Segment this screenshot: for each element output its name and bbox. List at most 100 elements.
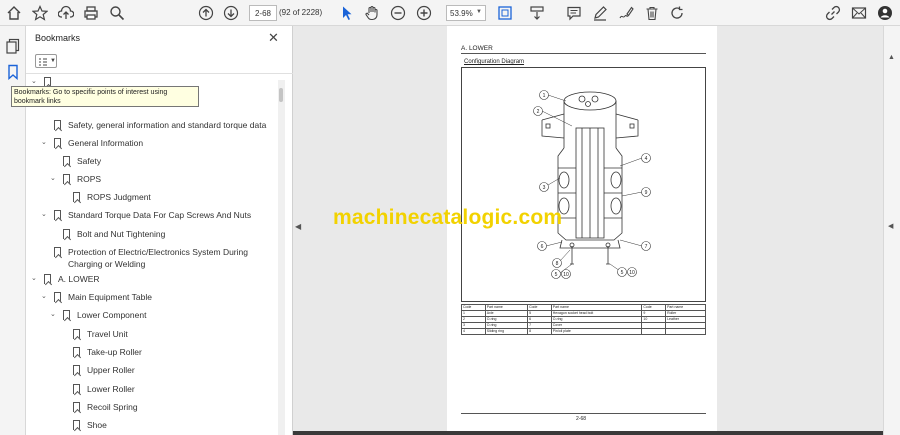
chevron-down-icon[interactable]: ⌄ <box>50 174 56 182</box>
panel-title: Bookmarks <box>35 33 81 43</box>
table-cell: 8 <box>527 328 552 335</box>
bookmark-icon <box>73 402 80 412</box>
select-icon[interactable] <box>338 4 356 22</box>
bookmark-tree: ⌄ Safety, general information and standa… <box>26 74 284 435</box>
scroll-icon[interactable] <box>528 4 546 22</box>
account-icon[interactable] <box>876 4 894 22</box>
bookmark-icon <box>54 292 61 302</box>
bookmark-item[interactable]: Upper Roller <box>87 364 135 377</box>
svg-text:3: 3 <box>543 185 546 191</box>
bookmark-icon <box>54 138 61 148</box>
bookmark-item[interactable]: Safety <box>77 155 101 168</box>
bookmark-item[interactable]: Recoil Spring <box>87 401 138 414</box>
bookmark-icon <box>73 347 80 357</box>
hand-icon[interactable] <box>363 4 381 22</box>
chevron-down-icon[interactable]: ⌄ <box>41 210 47 218</box>
svg-text:4: 4 <box>645 156 648 162</box>
chevron-down-icon[interactable]: ⌄ <box>50 310 56 318</box>
svg-text:10: 10 <box>629 270 635 276</box>
chevron-down-icon[interactable]: ⌄ <box>41 292 47 300</box>
chevron-down-icon[interactable]: ⌄ <box>31 77 37 85</box>
bookmark-icon <box>73 192 80 202</box>
bookmark-icon <box>54 210 61 220</box>
chevron-down-icon[interactable]: ▼ <box>50 58 56 64</box>
bookmark-item[interactable]: ROPS Judgment <box>87 191 151 204</box>
parts-table: Code Part name Code Part name Code Part name … <box>461 304 706 335</box>
bookmark-item[interactable]: Lower Component <box>77 309 146 322</box>
svg-text:10: 10 <box>563 272 569 278</box>
pen-icon[interactable] <box>591 4 609 22</box>
table-row: 4 Sliding ring 8 Pin/oil plate <box>461 328 706 335</box>
table-cell <box>665 328 706 335</box>
chevron-down-icon[interactable]: ⌄ <box>31 274 37 282</box>
bookmark-icon <box>63 174 70 184</box>
svg-text:6: 6 <box>541 244 544 250</box>
bookmark-item[interactable]: Shoe <box>87 419 107 432</box>
svg-text:1: 1 <box>543 93 546 99</box>
bookmark-icon <box>44 274 51 284</box>
star-icon[interactable] <box>31 4 49 22</box>
bookmark-icon <box>54 247 61 257</box>
bookmark-item[interactable]: Bolt and Nut Tightening <box>77 228 165 241</box>
page-heading: A. LOWER <box>461 45 493 52</box>
page-count: (92 of 2228) <box>279 8 323 17</box>
table-cell: 4 <box>461 328 486 335</box>
print-icon[interactable] <box>82 4 100 22</box>
pages-thumbnail-icon[interactable] <box>5 38 21 54</box>
expand-panel-icon[interactable]: ◀ <box>888 222 893 230</box>
bookmark-icon <box>73 420 80 430</box>
scroll-up-icon[interactable]: ▲ <box>888 54 895 61</box>
collapse-panel-icon[interactable]: ◀ <box>295 222 301 231</box>
scrollbar-thumb[interactable] <box>279 88 283 102</box>
svg-text:2: 2 <box>537 109 540 115</box>
mail-icon[interactable] <box>850 4 868 22</box>
sign-icon[interactable] <box>617 4 635 22</box>
zoom-dropdown-icon[interactable]: ▼ <box>476 9 482 15</box>
fit-icon[interactable] <box>496 4 514 22</box>
close-icon[interactable]: ✕ <box>268 30 279 46</box>
bookmark-icon <box>63 310 70 320</box>
bottom-scroll-area <box>293 431 883 435</box>
bookmark-item[interactable]: Travel Unit <box>87 328 128 341</box>
svg-text:5: 5 <box>555 272 558 278</box>
share-link-icon[interactable] <box>824 4 842 22</box>
panel-scrollbar[interactable] <box>278 80 285 435</box>
up-icon[interactable] <box>197 4 215 22</box>
comment-icon[interactable] <box>565 4 583 22</box>
chevron-down-icon[interactable]: ⌄ <box>41 138 47 146</box>
top-toolbar: 2-68 (92 of 2228) 53.9% ▼ <box>0 0 900 26</box>
bookmark-item[interactable]: Lower Roller <box>87 383 135 396</box>
svg-text:5: 5 <box>621 270 624 276</box>
page-number-input[interactable]: 2-68 <box>249 5 277 21</box>
page-footer-number: 2-68 <box>576 416 587 422</box>
bookmark-item[interactable]: Take-up Roller <box>87 346 142 359</box>
search-icon[interactable] <box>108 4 126 22</box>
delete-icon[interactable] <box>643 4 661 22</box>
bookmark-item[interactable]: ROPS <box>77 173 101 186</box>
bookmark-item[interactable]: General Information <box>68 137 143 150</box>
zoom-out-icon[interactable] <box>389 4 407 22</box>
bookmark-icon <box>63 156 70 166</box>
home-icon[interactable] <box>5 4 23 22</box>
watermark: machinecatalogic.com <box>333 206 563 229</box>
bookmark-item-continued[interactable]: Charging or Welding <box>68 258 145 271</box>
svg-text:9: 9 <box>645 190 648 196</box>
svg-text:8: 8 <box>556 261 559 267</box>
bookmark-icon <box>63 229 70 239</box>
page-subheading: Configuration Diagram <box>464 59 525 65</box>
bookmark-item[interactable]: Main Equipment Table <box>68 291 152 304</box>
table-cell <box>641 328 667 335</box>
table-cell: Pin/oil plate <box>550 328 643 335</box>
down-icon[interactable] <box>222 4 240 22</box>
bookmarks-icon[interactable] <box>5 64 21 81</box>
divider <box>461 53 706 54</box>
bookmark-item[interactable]: Standard Torque Data For Cap Screws And … <box>68 209 251 222</box>
configuration-diagram: 1 2 3 4 9 7 6 8 5 10 5 10 <box>461 67 706 302</box>
rotate-icon[interactable] <box>668 4 686 22</box>
upload-icon[interactable] <box>57 4 75 22</box>
right-rail: ▲ ◀ <box>883 26 900 435</box>
bookmark-item[interactable]: Safety, general information and standard… <box>68 119 266 132</box>
bookmark-item[interactable]: A. LOWER <box>58 273 100 286</box>
zoom-in-icon[interactable] <box>415 4 433 22</box>
bookmark-icon <box>73 329 80 339</box>
